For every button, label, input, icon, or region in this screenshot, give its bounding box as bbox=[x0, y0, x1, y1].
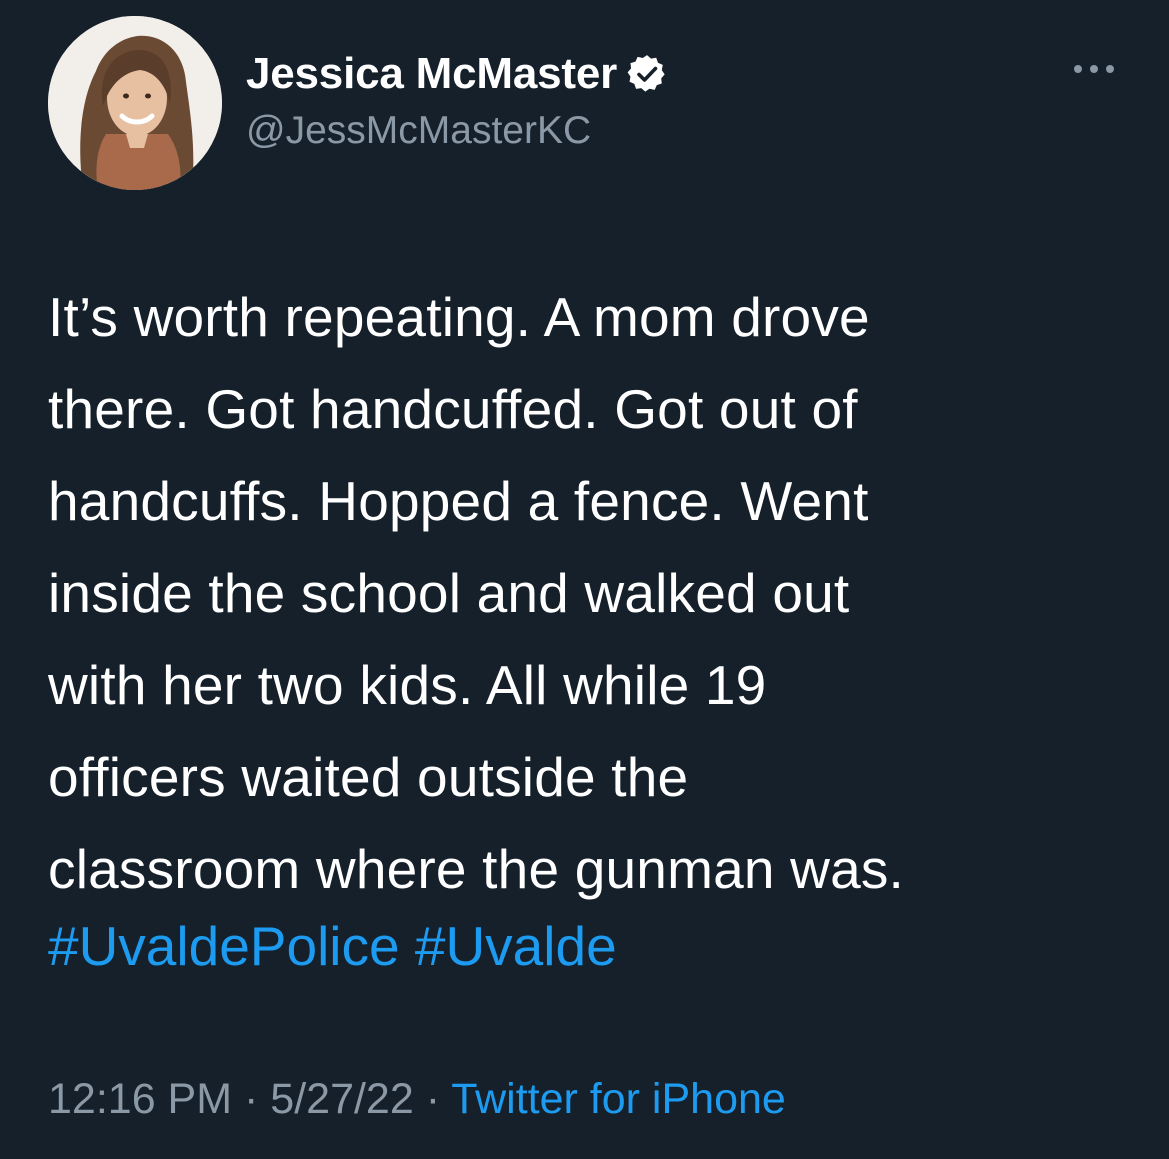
display-name[interactable]: Jessica McMaster bbox=[246, 49, 617, 99]
meta-separator: · bbox=[425, 1075, 441, 1123]
avatar[interactable] bbox=[48, 16, 222, 190]
tweet-time[interactable]: 12:16 PM bbox=[48, 1075, 232, 1123]
author-names: Jessica McMaster @JessMcMasterKC bbox=[246, 47, 1006, 153]
tweet-date[interactable]: 5/27/22 bbox=[270, 1075, 413, 1123]
meta-separator: · bbox=[244, 1075, 259, 1123]
tweet-metadata: 12:16 PM · 5/27/22 · Twitter for iPhone bbox=[48, 1070, 786, 1128]
tweet-header: Jessica McMaster @JessMcMasterKC bbox=[48, 14, 1128, 194]
tweet-source-link[interactable]: Twitter for iPhone bbox=[451, 1075, 786, 1123]
hashtag-link[interactable]: #UvaldePolice bbox=[48, 915, 400, 977]
hashtag-link[interactable]: #Uvalde bbox=[415, 915, 617, 977]
more-horizontal-icon[interactable] bbox=[1070, 57, 1118, 81]
tweet-hashtags: #UvaldePolice #Uvalde bbox=[48, 915, 617, 977]
display-name-row: Jessica McMaster bbox=[246, 47, 1006, 101]
avatar-image bbox=[48, 16, 222, 190]
author-handle[interactable]: @JessMcMasterKC bbox=[246, 109, 1006, 153]
tweet-text: It’s worth repeating. A mom drove there.… bbox=[48, 286, 905, 900]
tweet-card: Jessica McMaster @JessMcMasterKC It’s wo… bbox=[0, 0, 1169, 1159]
verified-badge-icon bbox=[627, 54, 667, 94]
